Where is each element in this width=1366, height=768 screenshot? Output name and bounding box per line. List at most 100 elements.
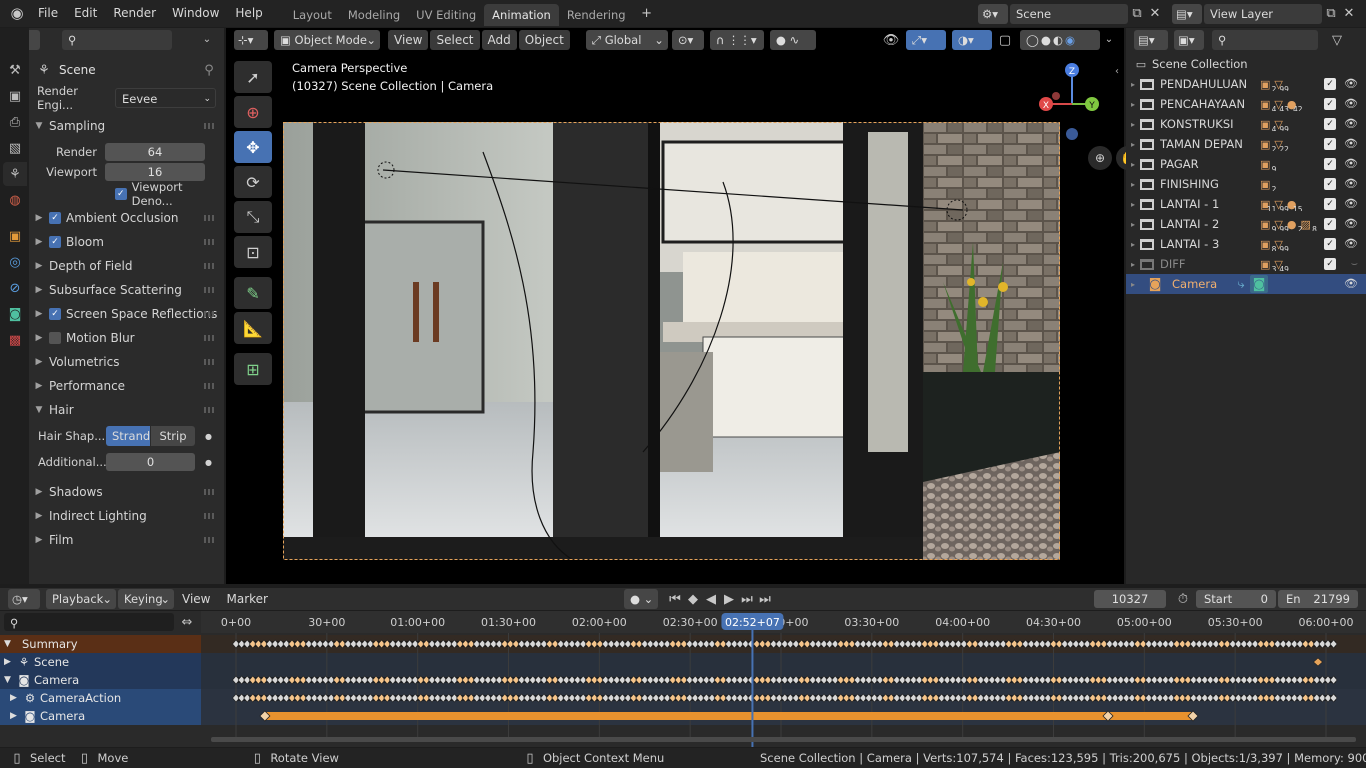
visibility-eye-icon[interactable]: 👁 xyxy=(1344,197,1358,210)
visibility-eye-icon[interactable]: 👁 xyxy=(1344,77,1358,90)
drag-grip-icon[interactable] xyxy=(204,239,216,245)
menu-marker[interactable]: Marker xyxy=(218,588,275,610)
editor-type-button[interactable]: ⊹▾ xyxy=(234,30,268,50)
delete-scene-icon[interactable]: ✕ xyxy=(1146,5,1164,23)
viewport-denoise-checkbox[interactable]: ✓ xyxy=(115,188,127,200)
tab-uv-editing[interactable]: UV Editing xyxy=(408,4,484,26)
exclude-checkbox[interactable]: ✓ xyxy=(1324,218,1336,230)
constraints-tab[interactable]: ⊘ xyxy=(3,276,27,300)
exclude-checkbox[interactable]: ✓ xyxy=(1324,238,1336,250)
visibility-eye-icon[interactable]: 👁 xyxy=(1344,277,1358,290)
pin-icon[interactable]: ⚲ xyxy=(200,61,218,79)
viewport-samples-field[interactable]: 16 xyxy=(105,163,205,181)
xray-icon[interactable]: ▢ xyxy=(996,31,1014,49)
outliner-collection-row[interactable]: ▸ LANTAI - 3 ▣ 8 ▽ 99 ✓ 👁 xyxy=(1126,234,1366,254)
add-workspace-icon[interactable]: + xyxy=(638,5,656,23)
panel-enable-checkbox[interactable]: ✓ xyxy=(49,308,61,320)
exclude-checkbox[interactable]: ✓ xyxy=(1324,138,1336,150)
menu-view[interactable]: View xyxy=(174,588,218,610)
measure-tool[interactable]: 📐 xyxy=(234,312,272,344)
transform-tool[interactable]: ⊡ xyxy=(234,236,272,268)
hair-panel-header[interactable]: ▼ Hair xyxy=(29,398,224,422)
prev-keyframe-icon[interactable]: ◆ xyxy=(684,590,702,608)
expand-arrow-icon[interactable]: ▸ xyxy=(1126,140,1140,149)
proportional-edit-button[interactable]: ● ∿ xyxy=(769,30,816,50)
play-reverse-icon[interactable]: ◀ xyxy=(702,590,720,608)
view-layer-tab[interactable]: ▧ xyxy=(3,136,27,160)
dopesheet-area[interactable]: 0+00 30+00 01:00+00 01:30+00 02:00+00 02:30+0… xyxy=(201,611,1366,747)
outliner-collection-row[interactable]: ▸ DIFF ▣ 3 ▽ 49 ✓ ⌣ xyxy=(1126,254,1366,274)
delete-view-layer-icon[interactable]: ✕ xyxy=(1340,5,1358,23)
keyframe-dot-icon[interactable]: ● xyxy=(205,432,212,441)
view-layer-field[interactable]: View Layer xyxy=(1204,3,1322,24)
outliner-collection-row[interactable]: ▸ PAGAR ▣ 9 ✓ 👁 xyxy=(1126,154,1366,174)
new-scene-icon[interactable]: ⧉ xyxy=(1128,5,1146,23)
exclude-checkbox[interactable]: ✓ xyxy=(1324,158,1336,170)
tab-animation[interactable]: Animation xyxy=(484,4,559,26)
menu-select[interactable]: Select xyxy=(430,30,480,50)
visibility-eye-icon[interactable]: 👁 xyxy=(1344,237,1358,250)
filter-icon[interactable]: ▽ xyxy=(1328,31,1346,49)
rotate-tool[interactable]: ⟳ xyxy=(234,166,272,198)
expand-arrow-icon[interactable]: ▸ xyxy=(1126,200,1140,209)
drag-grip-icon[interactable] xyxy=(204,335,216,341)
physics-tab[interactable]: ◎ xyxy=(3,250,27,274)
drag-grip-icon[interactable] xyxy=(204,263,216,269)
menu-help[interactable]: Help xyxy=(227,0,270,27)
tab-layout[interactable]: Layout xyxy=(285,4,340,26)
exclude-checkbox[interactable]: ✓ xyxy=(1324,78,1336,90)
cursor-tool[interactable]: ⊕ xyxy=(234,96,272,128)
jump-start-icon[interactable]: ⏮ xyxy=(666,590,684,608)
channel-search-input[interactable]: ⚲ xyxy=(4,613,174,631)
outliner-camera-row[interactable]: ▸ ◙ Camera ⤷ ◙ 👁 xyxy=(1126,274,1366,294)
outliner-collection-row[interactable]: ▸ TAMAN DEPAN ▣ 2 ▽ 22 ✓ 👁 xyxy=(1126,134,1366,154)
display-mode-button[interactable]: ▣▾ xyxy=(1174,30,1204,50)
drag-grip-icon[interactable] xyxy=(204,513,216,519)
lower-panel-header-1[interactable]: ▶ Indirect Lighting xyxy=(29,504,224,528)
expand-arrow-icon[interactable]: ▸ xyxy=(1126,220,1140,229)
options-dropdown-icon[interactable]: ⌄ xyxy=(198,31,216,49)
pivot-button[interactable]: ⊙▾ xyxy=(671,30,704,50)
outliner-collection-row[interactable]: ▸ PENDAHULUAN ▣ 2 ▽ 99 ✓ 👁 xyxy=(1126,74,1366,94)
tweak-tool[interactable]: ➚ xyxy=(234,61,272,93)
channel-row-data[interactable]: ▶ ◙ Camera xyxy=(0,707,201,725)
visibility-eye-icon[interactable]: 👁 xyxy=(1344,137,1358,150)
gizmo-toggle-button[interactable]: ⤢▾ xyxy=(906,30,946,50)
visibility-eye-icon[interactable]: 👁 xyxy=(1344,97,1358,110)
channel-row-object[interactable]: ▼ ◙ Camera xyxy=(0,671,201,689)
drag-grip-icon[interactable] xyxy=(204,311,216,317)
annotate-tool[interactable]: ✎ xyxy=(234,277,272,309)
view-layer-browse-button[interactable]: ▤▾ xyxy=(1172,3,1202,24)
output-tab[interactable]: ⎙ xyxy=(3,110,27,134)
visibility-eye-icon[interactable]: ⌣ xyxy=(1351,257,1358,271)
material-icon[interactable]: ◐ xyxy=(1053,33,1065,47)
outliner-collection-row[interactable]: ▸ LANTAI - 1 ▣ 11 ▽ 99 ● 15 ✓ 👁 xyxy=(1126,194,1366,214)
playback-menu[interactable]: Playback ⌄ xyxy=(46,589,116,609)
object-data-tab[interactable]: ◙ xyxy=(3,302,27,326)
panel-header-0[interactable]: ▶ ✓ Ambient Occlusion xyxy=(29,206,224,230)
hair-strand-button[interactable]: Strand xyxy=(106,426,150,446)
current-frame-field[interactable]: 10327 xyxy=(1094,590,1166,608)
scene-name-field[interactable]: Scene xyxy=(1010,3,1128,24)
visibility-icon[interactable]: 👁 xyxy=(882,31,900,49)
outliner-collection-row[interactable]: ▸ PENCAHAYAAN ▣ 4 ▽ 43 ● 42 ✓ 👁 xyxy=(1126,94,1366,114)
tab-rendering[interactable]: Rendering xyxy=(559,4,634,26)
expand-arrow-icon[interactable]: ▸ xyxy=(1126,120,1140,129)
snap-button[interactable]: ∩ ⋮⋮▾ xyxy=(709,30,764,50)
expanded-arrow-icon[interactable]: ▼ xyxy=(4,671,16,689)
drag-grip-icon[interactable] xyxy=(204,123,216,129)
properties-search-input[interactable]: ⚲ xyxy=(62,30,172,50)
menu-window[interactable]: Window xyxy=(164,0,227,27)
swap-icon[interactable]: ⇔ xyxy=(178,613,196,631)
scene-collection-row[interactable]: ▭ Scene Collection xyxy=(1126,54,1366,74)
preview-range-icon[interactable]: ⏱ xyxy=(1174,590,1192,608)
move-tool[interactable]: ✥ xyxy=(234,131,272,163)
channel-row-summary[interactable]: ▼ Summary xyxy=(0,635,201,653)
drag-grip-icon[interactable] xyxy=(204,215,216,221)
new-view-layer-icon[interactable]: ⧉ xyxy=(1322,5,1340,23)
drag-grip-icon[interactable] xyxy=(204,287,216,293)
start-frame-field[interactable]: Start 0 xyxy=(1196,590,1276,608)
end-frame-field[interactable]: En 21799 xyxy=(1278,590,1358,608)
menu-edit[interactable]: Edit xyxy=(66,0,105,27)
exclude-checkbox[interactable]: ✓ xyxy=(1324,118,1336,130)
